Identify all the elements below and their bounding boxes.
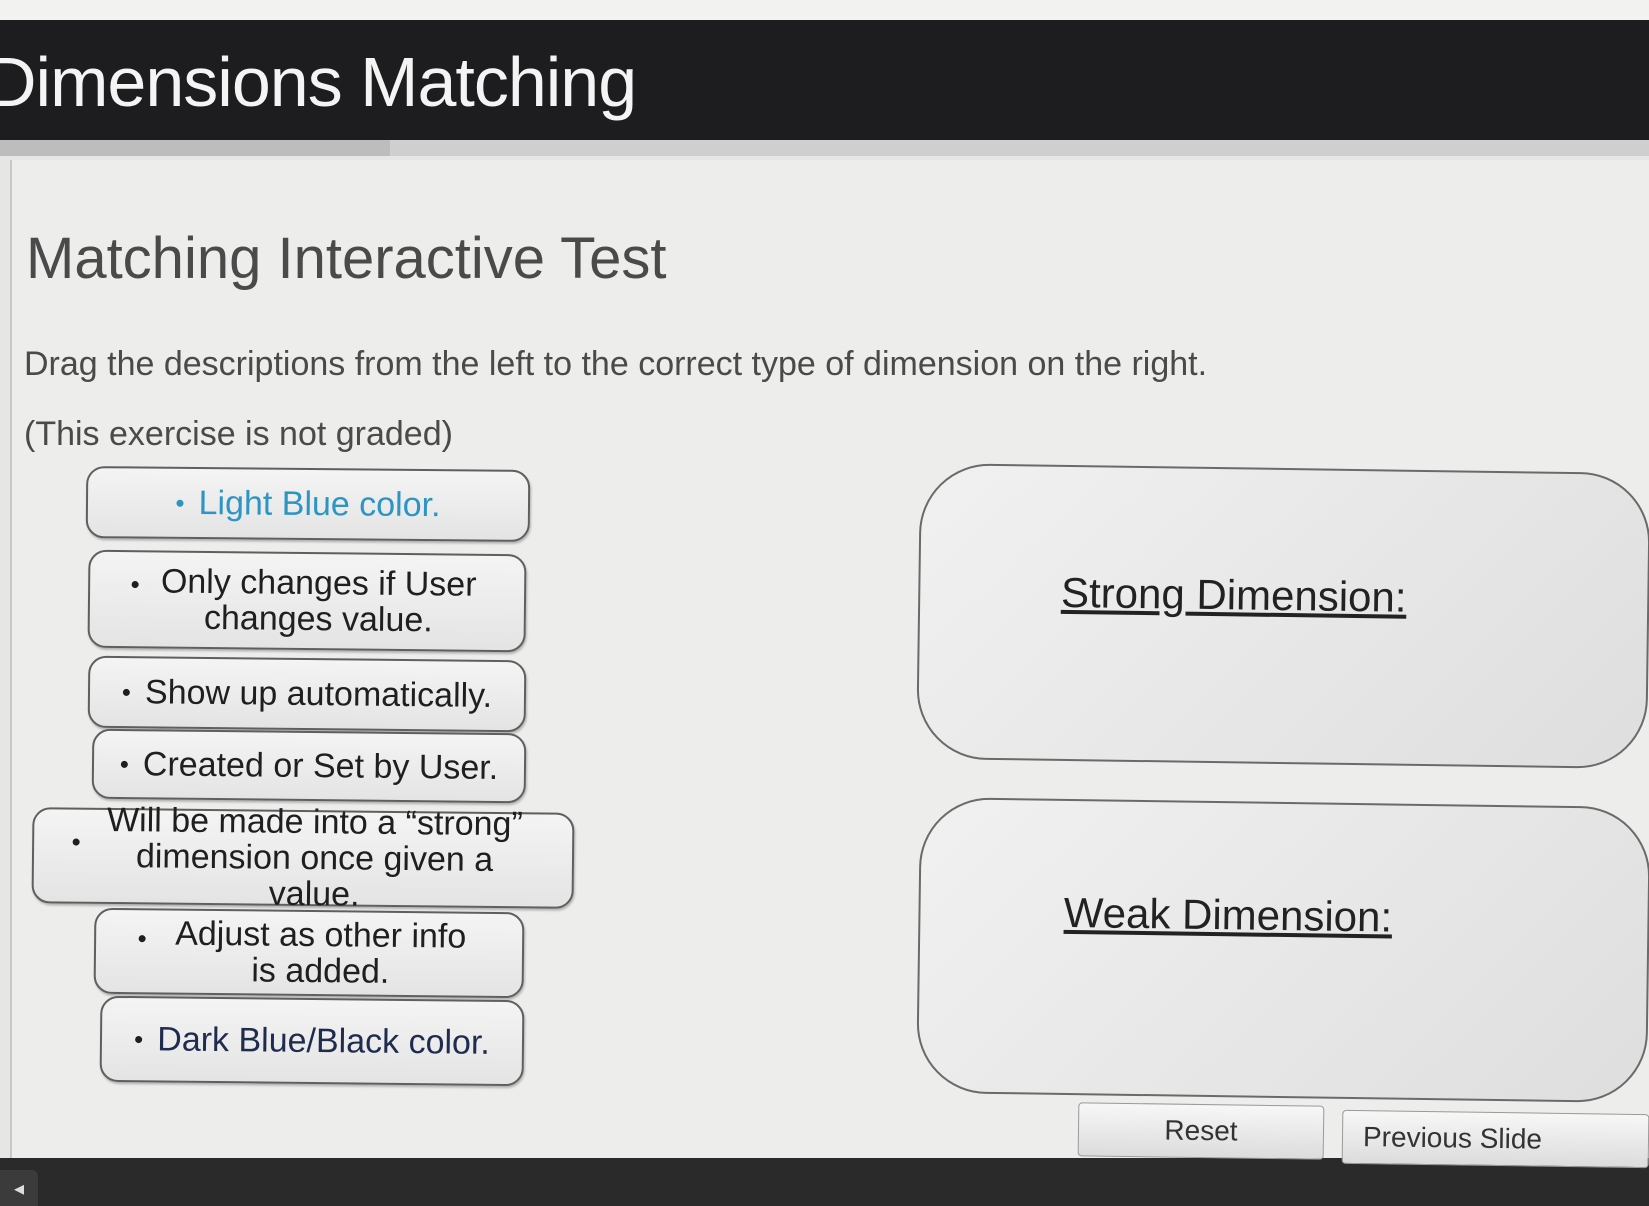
instructions-text: Drag the descriptions from the left to t…: [24, 345, 1208, 383]
bullet-icon: •: [119, 749, 130, 780]
drag-card-show-up-automatically[interactable]: • Show up automatically.: [87, 655, 527, 733]
header-title: Dimensions Matching: [0, 43, 637, 121]
drag-card-adjust-as-other-info[interactable]: • Adjust as other info is added.: [93, 907, 525, 999]
bullet-icon: •: [175, 487, 185, 518]
card-text: Show up automatically.: [144, 673, 493, 715]
card-text: Adjust as other info is added.: [175, 914, 467, 991]
page-title: Matching Interactive Test: [26, 226, 667, 291]
previous-slide-button[interactable]: Previous Slide: [1341, 1109, 1649, 1169]
footer-left-arrow-icon[interactable]: ◂: [0, 1170, 38, 1206]
drag-card-only-changes-if-user[interactable]: • Only changes if User changes value.: [87, 549, 527, 653]
bullet-icon: •: [137, 923, 147, 954]
drag-card-light-blue-color[interactable]: • Light Blue color.: [85, 466, 531, 542]
drag-card-will-be-made-strong[interactable]: • Will be made into a “strong” dimension…: [31, 801, 575, 914]
footer-bar: [0, 1158, 1649, 1206]
strong-dimension-label: Strong Dimension:: [1060, 568, 1407, 621]
bullet-icon: •: [130, 569, 140, 600]
card-text: Light Blue color.: [198, 484, 441, 525]
bullet-icon: •: [121, 677, 132, 708]
card-text: Only changes if User changes value.: [160, 562, 477, 640]
progress-segment: [0, 140, 390, 156]
header-bar: Dimensions Matching: [0, 20, 1649, 140]
not-graded-note: (This exercise is not graded): [24, 415, 453, 453]
drag-card-dark-blue-black-color[interactable]: • Dark Blue/Black color.: [99, 995, 525, 1087]
card-text: Dark Blue/Black color.: [157, 1020, 491, 1062]
card-text: Will be made into a “strong” dimension o…: [106, 800, 523, 914]
bullet-icon: •: [71, 826, 81, 857]
strong-dimension-drop-zone[interactable]: Strong Dimension:: [915, 462, 1649, 770]
weak-dimension-drop-zone[interactable]: Weak Dimension:: [915, 796, 1649, 1104]
bullet-icon: •: [133, 1024, 144, 1055]
reset-button[interactable]: Reset: [1077, 1102, 1325, 1160]
card-text: Created or Set by User.: [142, 745, 499, 787]
weak-dimension-label: Weak Dimension:: [1063, 888, 1393, 941]
top-strip: [0, 0, 1649, 22]
drag-card-created-or-set-by-user[interactable]: • Created or Set by User.: [91, 728, 527, 804]
